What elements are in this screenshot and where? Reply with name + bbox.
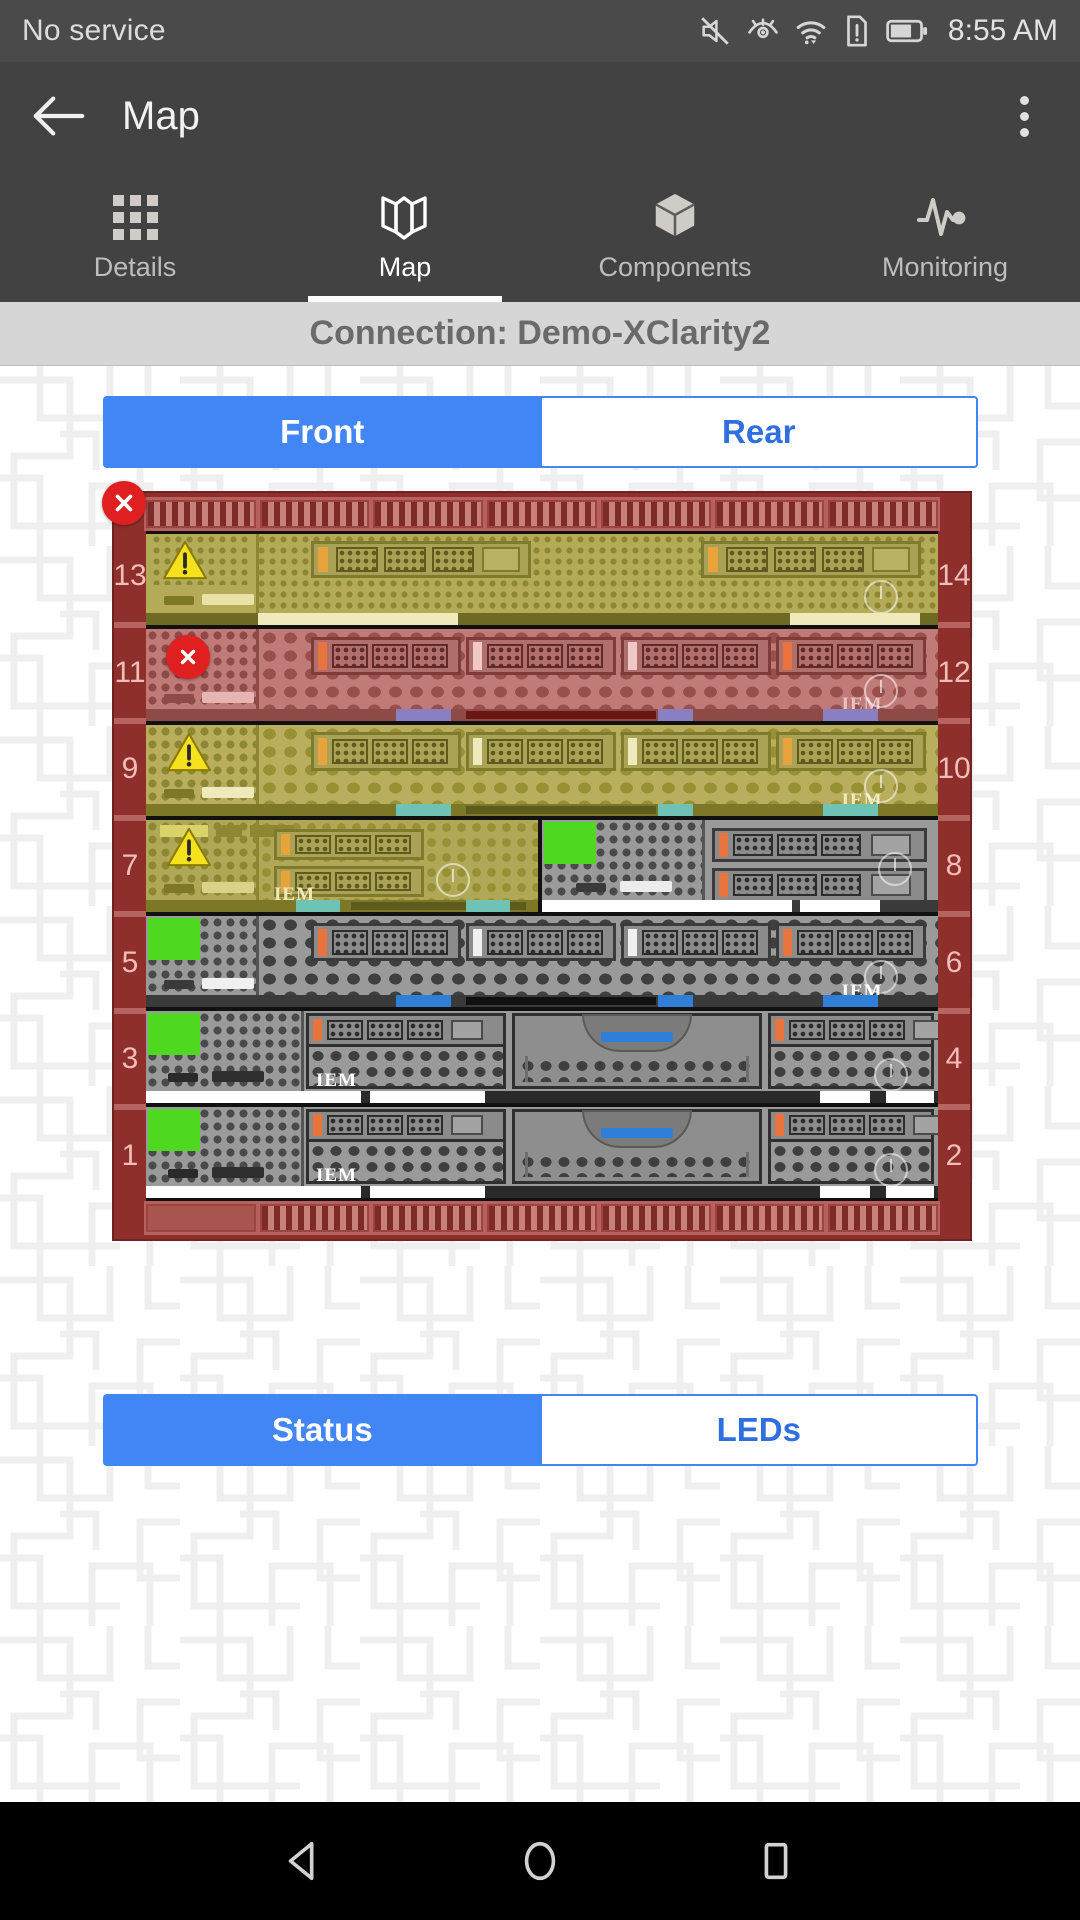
legend-toggle: Status LEDs (103, 1394, 978, 1466)
rack-bottom-vent (144, 1201, 940, 1235)
wifi-icon (796, 21, 826, 45)
rack-u-label-left: 9 (114, 724, 146, 821)
tab-label-components: Components (598, 251, 752, 282)
rack-bays: IEM IEM IEM IEM IEM IEM (146, 531, 938, 1201)
rack-unit-9[interactable]: IEM (146, 724, 938, 817)
tab-label-monitoring: Monitoring (881, 251, 1009, 282)
back-nav-button[interactable] (266, 1823, 342, 1899)
overflow-menu-button[interactable] (996, 85, 1052, 147)
tab-monitoring[interactable]: Monitoring (810, 170, 1080, 302)
rack-u-label-right: 14 (937, 531, 971, 628)
power-icon (436, 863, 470, 898)
front-view-button[interactable]: Front (103, 396, 540, 468)
rack-u-label-right: 12 (937, 628, 971, 725)
rack-row[interactable]: IEM (146, 820, 938, 912)
leds-legend-button[interactable]: LEDs (539, 1394, 978, 1466)
error-x-icon (115, 494, 133, 512)
page-title: Map (122, 93, 200, 138)
rack-row[interactable]: IEM (146, 1011, 938, 1103)
system-navigation-bar (0, 1802, 1080, 1920)
rack-unit-5[interactable]: IEM (146, 915, 938, 1008)
tab-components[interactable]: Components (540, 170, 810, 302)
power-icon (874, 1152, 908, 1187)
status-icons: 8:55 AM (698, 14, 1058, 48)
status-legend-button[interactable]: Status (103, 1394, 540, 1466)
home-nav-button[interactable] (502, 1823, 578, 1899)
grid-icon (112, 194, 158, 240)
eye-icon (748, 18, 778, 39)
tab-details[interactable]: Details (0, 170, 270, 302)
chassis-status-badge[interactable] (102, 481, 146, 525)
rack-unit-8[interactable] (542, 820, 938, 912)
rack-u-label-left: 5 (114, 917, 146, 1014)
unit-brand-label: IEM (316, 1069, 357, 1091)
rack-row[interactable] (146, 534, 938, 626)
view-toggle: Front Rear (103, 396, 978, 468)
recents-nav-button[interactable] (738, 1823, 814, 1899)
carrier-label: No service (22, 14, 166, 47)
circle-home-icon (524, 1841, 556, 1881)
tab-label-map: Map (378, 251, 432, 282)
unit-brand-label: IEM (316, 1164, 357, 1186)
triangle-back-icon (288, 1841, 314, 1881)
power-icon (864, 674, 898, 709)
back-button[interactable] (28, 85, 90, 147)
connection-bar: Connection: Demo-XClarity2 (0, 302, 1080, 366)
rack-u-label-right: 6 (938, 917, 970, 1014)
rack-rail-left: 13 11 9 7 5 3 1 (113, 531, 147, 1201)
tab-active-indicator (307, 296, 503, 302)
square-recents-icon (764, 1842, 788, 1880)
overflow-menu-icon (1019, 95, 1029, 105)
tab-bar: Details Map Components Monitoring (0, 170, 1080, 302)
rack-u-label-left: 11 (114, 628, 146, 725)
green-led (148, 1108, 200, 1151)
rack-u-label-left: 7 (114, 821, 146, 918)
cube-icon (655, 193, 695, 236)
rack-diagram[interactable]: 13 11 9 7 5 3 1 14 12 10 8 6 4 2 IEM IEM… (102, 481, 972, 1241)
rack-u-label-left: 3 (114, 1014, 146, 1111)
connection-label: Connection: Demo-XClarity2 (309, 314, 771, 352)
rack-row[interactable]: IEM (146, 724, 938, 817)
back-arrow-icon (33, 96, 85, 136)
rack-top-vent (144, 497, 940, 531)
error-x-icon (180, 650, 196, 665)
mute-icon (701, 17, 729, 45)
tab-map[interactable]: Map (270, 170, 540, 302)
rack-row[interactable]: IEM (146, 629, 938, 721)
rack-u-label-right: 10 (937, 724, 971, 821)
rack-unit-3[interactable]: IEM (146, 1011, 938, 1103)
app-bar: Map (0, 62, 1080, 170)
rack-row[interactable]: IEM (146, 1106, 938, 1198)
rack-u-label-right: 2 (945, 1138, 963, 1172)
rack-u-label-left: 1 (121, 1138, 139, 1172)
battery-icon (886, 19, 927, 43)
map-content: Front Rear 13 11 9 7 5 3 1 14 12 10 8 6 … (0, 366, 1080, 1802)
sim-alert-icon (847, 15, 867, 47)
rack-u-label-right: 8 (938, 821, 970, 918)
green-led (148, 917, 200, 960)
power-icon (878, 852, 912, 887)
status-bar: No service 8:55 AM (0, 0, 1080, 62)
pulse-icon (917, 197, 966, 236)
rack-unit-11[interactable]: IEM (146, 629, 938, 721)
rack-u-label-right: 4 (938, 1014, 970, 1111)
green-led (544, 822, 596, 865)
map-icon (381, 195, 427, 240)
rack-rail-right: 14 12 10 8 6 4 2 (937, 531, 971, 1201)
rack-unit-1[interactable]: IEM (146, 1106, 938, 1198)
rack-row[interactable]: IEM (146, 915, 938, 1008)
clock-label: 8:55 AM (947, 14, 1058, 47)
green-led (148, 1013, 200, 1056)
power-icon (874, 1057, 908, 1092)
rack-unit-13[interactable] (146, 534, 938, 626)
tab-label-details: Details (93, 251, 177, 282)
rear-view-button[interactable]: Rear (539, 396, 978, 468)
rack-u-label-left: 13 (113, 531, 147, 628)
